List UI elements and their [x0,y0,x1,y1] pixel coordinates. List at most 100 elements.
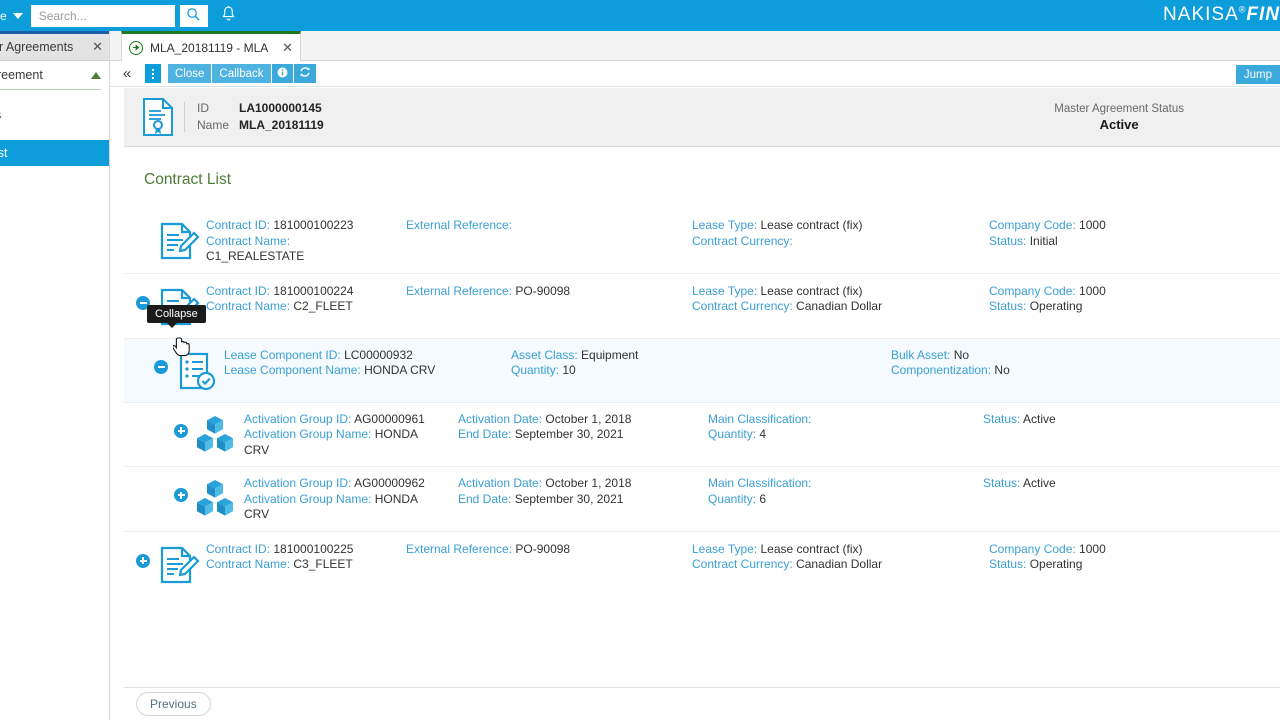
jump-button[interactable]: Jump [1235,65,1280,84]
table-row[interactable]: Activation Group ID: AG00000962 Activatio… [124,467,1280,532]
sidebar-tab-master-agreements[interactable]: er Agreements ✕ [0,34,109,61]
field: Contract Currency: Canadian Dollar [692,557,979,573]
field: Lease Component Name: HONDA CRV [224,363,501,379]
field-label: Lease Type: [692,541,758,556]
table-row[interactable]: Contract ID: 181000100225 Contract Name: … [124,532,1280,596]
field: Componentization: No [891,363,1101,379]
field-label: Contract Currency: [692,557,793,571]
field-label: Status: [989,299,1027,313]
app-switcher[interactable]: e [0,5,31,27]
toolbar-button-group: Close Callback [168,64,316,83]
field: Lease Type: Lease contract (fix) [692,284,979,300]
document-tab-mla[interactable]: MLA_20181119 - MLA ✕ [121,31,301,61]
field: Activation Group Name: HONDA [244,492,448,508]
field-label: Company Code: [989,218,1076,232]
status-label: Master Agreement Status [1054,103,1184,115]
field-label: Status: [983,411,1021,426]
contract-document-icon [150,542,206,588]
row-column: Lease Type: Lease contract (fix) Contract… [692,284,989,315]
sidebar-item-0[interactable]: ns [0,102,109,128]
field-label: Lease Type: [692,218,758,232]
refresh-button[interactable] [293,64,316,83]
field: Activation Group ID: AG00000962 [244,476,448,492]
row-column: Contract ID: 181000100224 Contract Name: … [206,284,406,315]
search-input[interactable] [30,4,175,27]
collapse-toggle-icon[interactable] [154,359,168,374]
field-value: HONDA [371,491,419,506]
sidebar-item-contract-list[interactable]: List [0,140,109,166]
expand-toggle-icon[interactable] [174,423,188,438]
previous-button[interactable]: Previous [136,692,211,716]
sidebar-section-agreement[interactable]: greement [0,61,109,89]
table-row[interactable]: Activation Group ID: AG00000961 Activatio… [124,403,1280,467]
row-column: External Reference: [406,218,692,265]
left-sidebar: er Agreements ✕ greement ns List [0,31,110,720]
row-column: Status: Active [983,412,1203,459]
field: Quantity: 4 [708,427,973,443]
field-label: Activation Group Name: [244,427,372,441]
field-value: Operating [1026,299,1083,313]
expand-toggle-icon[interactable] [136,553,150,568]
field: Contract Currency: [692,234,979,250]
collapse-tooltip: Collapse [147,305,206,328]
field: End Date: September 30, 2021 [458,492,698,508]
field-value: Active [1020,476,1056,490]
field-value: Canadian Dollar [792,299,883,313]
row-column: Asset Class: Equipment Quantity: 10 [511,348,891,379]
expand-toggle-icon[interactable] [174,488,188,502]
field-label: End Date: [458,427,512,441]
field-value: October 1, 2018 [542,476,632,490]
field-value: October 1, 2018 [542,411,632,426]
close-button[interactable]: Close [168,64,213,83]
close-icon[interactable]: ✕ [92,39,103,55]
header-divider [184,102,185,132]
field-value: C3_FLEET [290,557,353,571]
top-navigation-bar: e Search... NAKISA®FIN [0,0,1280,31]
row-column: Activation Date: October 1, 2018 End Date… [458,412,708,459]
row-fields: Contract ID: 181000100223 Contract Name: C… [206,218,1280,265]
field: Contract Name: C2_FLEET [206,299,396,315]
info-icon [277,67,288,81]
brand-logo: NAKISA®FIN [1163,4,1280,25]
field-label: Contract Currency: [692,233,793,248]
entity-name-value: MLA_20181119 [239,118,324,132]
field: Bulk Asset: No [891,348,1101,364]
notifications-button[interactable] [216,3,242,29]
table-row[interactable]: Contract ID: 181000100224 Contract Name: … [124,274,1280,339]
field-label: Contract Name: [206,557,291,571]
entity-id-row: ID LA1000000145 [197,100,324,117]
field-label: External Reference: [406,218,513,232]
field: Company Code: 1000 [989,218,1199,234]
field: Asset Class: Equipment [511,348,881,364]
field: Quantity: 10 [511,363,881,379]
more-options-button[interactable] [145,64,161,83]
field: Lease Component ID: LC00000932 [224,348,501,364]
callback-button[interactable]: Callback [212,64,272,83]
field-label: Activation Group Name: [244,491,372,506]
field-value: Equipment [577,347,639,362]
field: CRV [244,507,448,523]
row-column: Contract ID: 181000100225 Contract Name: … [206,542,406,573]
row-fields: Contract ID: 181000100224 Contract Name: … [206,284,1280,315]
search-button[interactable] [179,4,208,27]
collapse-panel-icon[interactable]: « [118,65,136,83]
entity-name-row: Name MLA_20181119 [197,117,324,134]
sidebar-item-label: List [0,146,8,160]
field-value: AG00000961 [351,411,425,426]
row-column: Company Code: 1000 Status: Operating [989,542,1209,573]
field-value: HONDA [371,427,419,441]
field-label: External Reference: [406,541,513,556]
field-label: Lease Type: [692,283,758,298]
field: Activation Group ID: AG00000961 [244,412,448,428]
field-value: CRV [244,442,270,457]
field-value: Lease contract (fix) [757,218,863,232]
field: Activation Date: October 1, 2018 [458,412,698,428]
info-button[interactable] [271,64,294,83]
status-badge: Active [1099,117,1139,132]
field-value: September 30, 2021 [511,491,624,506]
field-value: AG00000962 [351,476,425,490]
table-row[interactable]: Lease Component ID: LC00000932 Lease Comp… [124,338,1280,403]
table-row[interactable]: Contract ID: 181000100223 Contract Name: C… [124,208,1280,274]
close-icon[interactable]: ✕ [282,41,293,54]
